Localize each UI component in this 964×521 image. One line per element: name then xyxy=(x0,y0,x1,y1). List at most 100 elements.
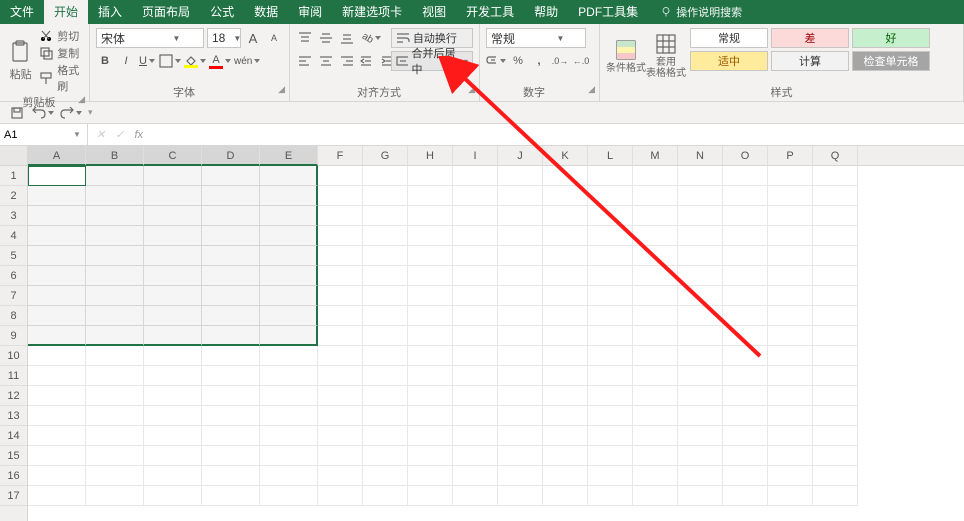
cell-M12[interactable] xyxy=(633,386,678,406)
cell-Q12[interactable] xyxy=(813,386,858,406)
cell-L15[interactable] xyxy=(588,446,633,466)
cell-C17[interactable] xyxy=(144,486,202,506)
col-header-G[interactable]: G xyxy=(363,146,408,165)
cell-B3[interactable] xyxy=(86,206,144,226)
cell-H16[interactable] xyxy=(408,466,453,486)
merge-center-button[interactable]: 合并后居中 ▾ xyxy=(391,51,473,71)
cell-N3[interactable] xyxy=(678,206,723,226)
row-header-12[interactable]: 12 xyxy=(0,386,27,406)
cell-D8[interactable] xyxy=(202,306,260,326)
cell-O10[interactable] xyxy=(723,346,768,366)
cell-K4[interactable] xyxy=(543,226,588,246)
formula-input[interactable] xyxy=(151,124,964,145)
cell-L12[interactable] xyxy=(588,386,633,406)
cell-G4[interactable] xyxy=(363,226,408,246)
cell-J12[interactable] xyxy=(498,386,543,406)
increase-font-button[interactable] xyxy=(244,28,262,48)
cell-A12[interactable] xyxy=(28,386,86,406)
menu-审阅[interactable]: 审阅 xyxy=(288,0,332,24)
cell-F15[interactable] xyxy=(318,446,363,466)
cell-B4[interactable] xyxy=(86,226,144,246)
row-header-1[interactable]: 1 xyxy=(0,166,27,186)
cell-J7[interactable] xyxy=(498,286,543,306)
cell-I10[interactable] xyxy=(453,346,498,366)
cell-L10[interactable] xyxy=(588,346,633,366)
cell-C8[interactable] xyxy=(144,306,202,326)
style-neutral[interactable]: 适中 xyxy=(690,51,768,71)
cell-E9[interactable] xyxy=(260,326,318,346)
cell-J15[interactable] xyxy=(498,446,543,466)
cell-H5[interactable] xyxy=(408,246,453,266)
cell-L2[interactable] xyxy=(588,186,633,206)
cell-K2[interactable] xyxy=(543,186,588,206)
alignment-launcher[interactable]: ◢ xyxy=(468,84,475,95)
cell-E16[interactable] xyxy=(260,466,318,486)
cell-B16[interactable] xyxy=(86,466,144,486)
cell-N17[interactable] xyxy=(678,486,723,506)
row-header-6[interactable]: 6 xyxy=(0,266,27,286)
menu-帮助[interactable]: 帮助 xyxy=(524,0,568,24)
cell-L9[interactable] xyxy=(588,326,633,346)
cell-G5[interactable] xyxy=(363,246,408,266)
cell-K12[interactable] xyxy=(543,386,588,406)
cell-G13[interactable] xyxy=(363,406,408,426)
menu-文件[interactable]: 文件 xyxy=(0,0,44,24)
cell-F13[interactable] xyxy=(318,406,363,426)
cell-H12[interactable] xyxy=(408,386,453,406)
undo-button[interactable] xyxy=(32,103,54,123)
cell-L8[interactable] xyxy=(588,306,633,326)
cell-O2[interactable] xyxy=(723,186,768,206)
cell-O8[interactable] xyxy=(723,306,768,326)
cell-F10[interactable] xyxy=(318,346,363,366)
cell-K3[interactable] xyxy=(543,206,588,226)
cell-J10[interactable] xyxy=(498,346,543,366)
cell-C13[interactable] xyxy=(144,406,202,426)
cell-G6[interactable] xyxy=(363,266,408,286)
cell-L3[interactable] xyxy=(588,206,633,226)
format-painter-button[interactable]: 格式刷 xyxy=(39,62,83,94)
menu-新建选项卡[interactable]: 新建选项卡 xyxy=(332,0,412,24)
cell-E2[interactable] xyxy=(260,186,318,206)
cell-M5[interactable] xyxy=(633,246,678,266)
row-header-10[interactable]: 10 xyxy=(0,346,27,366)
name-box-input[interactable] xyxy=(0,129,70,141)
cell-I13[interactable] xyxy=(453,406,498,426)
row-header-11[interactable]: 11 xyxy=(0,366,27,386)
cell-Q10[interactable] xyxy=(813,346,858,366)
cell-H3[interactable] xyxy=(408,206,453,226)
cell-K14[interactable] xyxy=(543,426,588,446)
cell-A10[interactable] xyxy=(28,346,86,366)
cell-E10[interactable] xyxy=(260,346,318,366)
cell-F5[interactable] xyxy=(318,246,363,266)
cell-J1[interactable] xyxy=(498,166,543,186)
cell-E3[interactable] xyxy=(260,206,318,226)
cell-M16[interactable] xyxy=(633,466,678,486)
cell-Q15[interactable] xyxy=(813,446,858,466)
cell-K11[interactable] xyxy=(543,366,588,386)
font-color-button[interactable]: A xyxy=(209,51,231,71)
cell-N12[interactable] xyxy=(678,386,723,406)
cell-A16[interactable] xyxy=(28,466,86,486)
cell-M7[interactable] xyxy=(633,286,678,306)
cell-O13[interactable] xyxy=(723,406,768,426)
cell-F4[interactable] xyxy=(318,226,363,246)
col-header-A[interactable]: A xyxy=(28,146,86,166)
cell-L13[interactable] xyxy=(588,406,633,426)
percent-button[interactable]: % xyxy=(509,51,527,71)
cell-P1[interactable] xyxy=(768,166,813,186)
cell-P10[interactable] xyxy=(768,346,813,366)
menu-页面布局[interactable]: 页面布局 xyxy=(132,0,200,24)
cell-O7[interactable] xyxy=(723,286,768,306)
cell-Q4[interactable] xyxy=(813,226,858,246)
cell-H2[interactable] xyxy=(408,186,453,206)
col-header-O[interactable]: O xyxy=(723,146,768,165)
col-header-B[interactable]: B xyxy=(86,146,144,166)
cell-P8[interactable] xyxy=(768,306,813,326)
cell-F12[interactable] xyxy=(318,386,363,406)
cell-C4[interactable] xyxy=(144,226,202,246)
italic-button[interactable]: I xyxy=(117,51,135,71)
cell-Q8[interactable] xyxy=(813,306,858,326)
cell-I12[interactable] xyxy=(453,386,498,406)
cell-C12[interactable] xyxy=(144,386,202,406)
cell-I3[interactable] xyxy=(453,206,498,226)
